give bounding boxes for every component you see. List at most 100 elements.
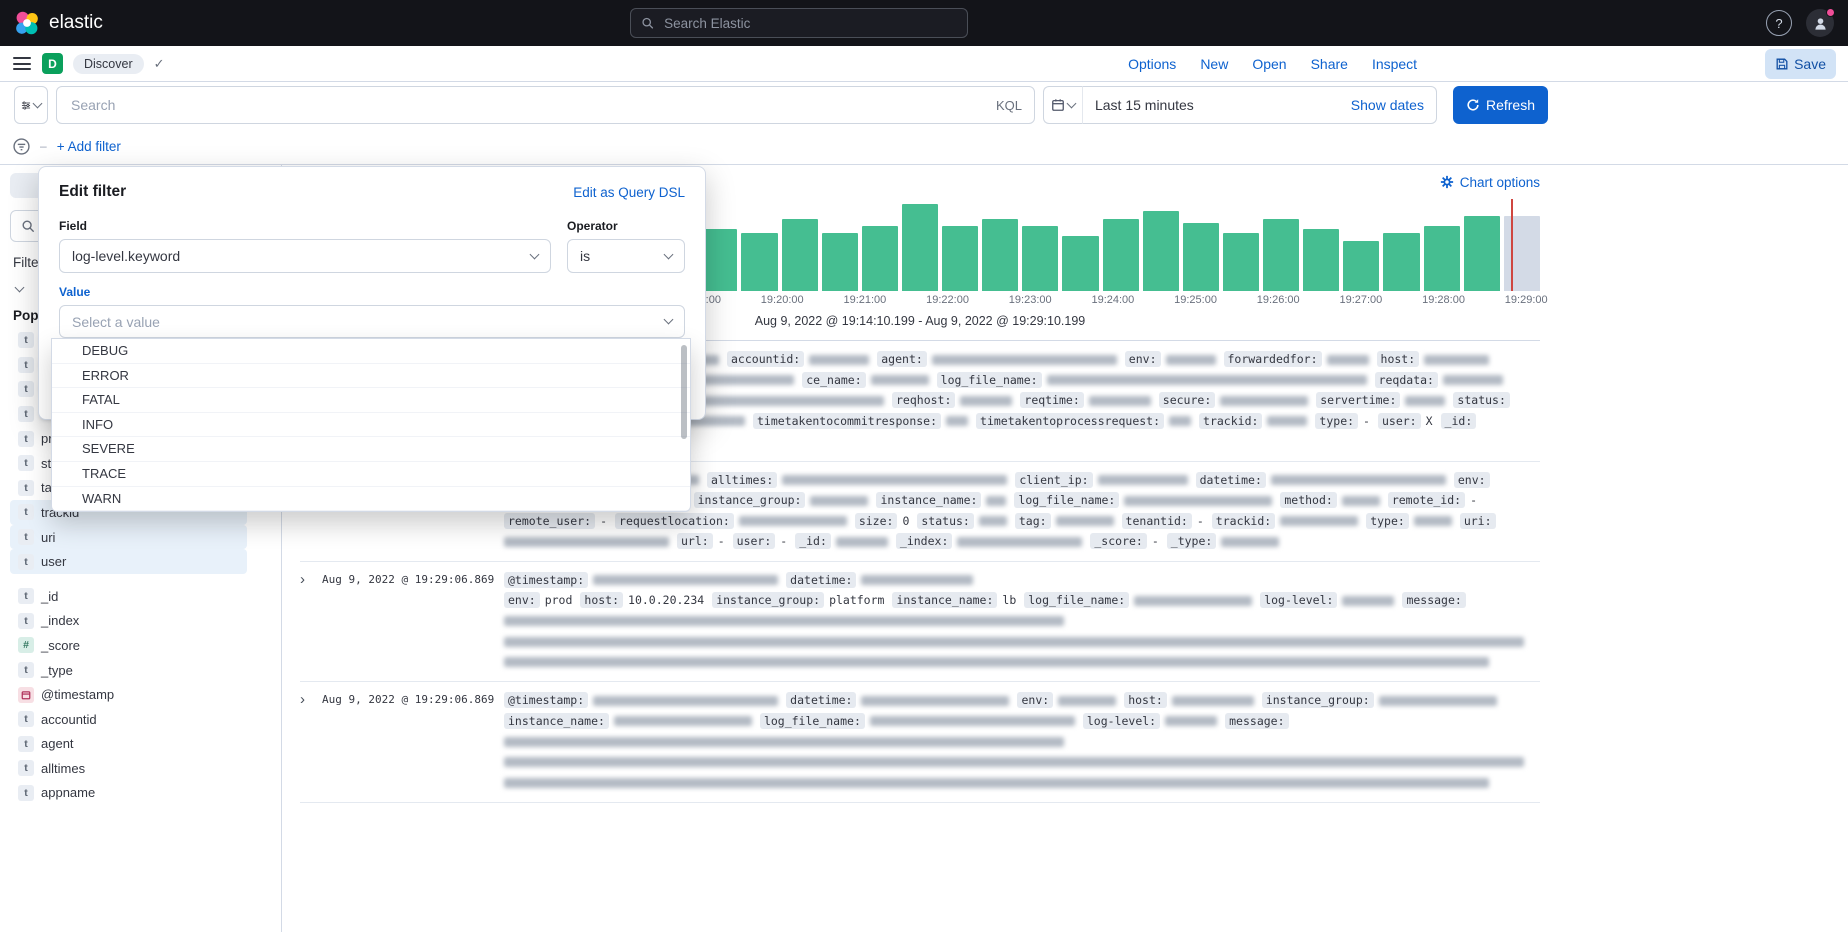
redacted-value <box>1169 416 1191 426</box>
show-dates-link[interactable]: Show dates <box>1351 97 1424 113</box>
sidebar-field-type[interactable]: t_type <box>10 658 247 683</box>
histogram-bar[interactable] <box>1263 219 1299 291</box>
sidebar-field-accountid[interactable]: taccountid <box>10 707 247 732</box>
time-range-control[interactable]: Last 15 minutes Show dates <box>1083 86 1437 124</box>
time-range-value[interactable]: Last 15 minutes <box>1095 97 1194 113</box>
value-combobox[interactable]: Select a value <box>59 305 685 338</box>
value-option-info[interactable]: INFO <box>52 413 690 438</box>
histogram-bar[interactable] <box>782 219 818 291</box>
histogram-bar[interactable] <box>982 219 1018 291</box>
field-name-badge: user: <box>733 533 776 549</box>
menu-icon[interactable] <box>12 52 32 75</box>
sidebar-field-id[interactable]: t_id <box>10 584 247 609</box>
expand-cell: › <box>300 690 322 793</box>
field-name-badge: message: <box>1225 713 1288 729</box>
sidebar-field-user[interactable]: tuser <box>10 549 247 574</box>
calendar-button[interactable] <box>1043 86 1083 124</box>
operator-select[interactable]: is <box>567 239 685 273</box>
text-field-icon: t <box>18 662 34 678</box>
field-label: alltimes <box>41 761 85 776</box>
add-filter-link[interactable]: + Add filter <box>57 139 121 154</box>
histogram-bar[interactable] <box>1223 233 1259 291</box>
text-field-icon: t <box>18 406 34 422</box>
chevron-down-icon <box>664 315 674 325</box>
field-name-badge: timetakentocommitresponse: <box>753 413 941 429</box>
redacted-value <box>1280 516 1358 526</box>
histogram-bar[interactable] <box>1183 223 1219 291</box>
redacted-value <box>1056 516 1114 526</box>
nav-link-inspect[interactable]: Inspect <box>1372 56 1417 72</box>
nav-link-open[interactable]: Open <box>1252 56 1286 72</box>
calendar-icon <box>1051 98 1065 112</box>
sidebar-field-agent[interactable]: tagent <box>10 732 247 757</box>
histogram-partial-bucket[interactable] <box>1504 216 1540 291</box>
nav-link-share[interactable]: Share <box>1311 56 1348 72</box>
edit-as-query-dsl-link[interactable]: Edit as Query DSL <box>573 185 685 200</box>
operator-select-value: is <box>580 248 590 264</box>
refresh-button[interactable]: Refresh <box>1453 86 1548 124</box>
chart-options-link[interactable]: Chart options <box>1440 175 1540 190</box>
query-input-box[interactable]: KQL <box>56 86 1035 124</box>
histogram-bar[interactable] <box>1022 226 1058 291</box>
histogram-bar[interactable] <box>1383 233 1419 291</box>
value-option-error[interactable]: ERROR <box>52 364 690 389</box>
field-label: st <box>41 456 51 471</box>
text-field-icon: t <box>18 529 34 545</box>
space-avatar[interactable]: D <box>42 53 63 74</box>
value-option-debug[interactable]: DEBUG <box>52 339 690 364</box>
expand-row-button[interactable]: › <box>300 692 305 708</box>
nav-link-options[interactable]: Options <box>1128 56 1176 72</box>
histogram-bar[interactable] <box>822 233 858 291</box>
query-language-button[interactable]: KQL <box>996 98 1022 113</box>
histogram-bar[interactable] <box>942 226 978 291</box>
header-actions: ? <box>1766 9 1834 37</box>
sidebar-field-index[interactable]: t_index <box>10 609 247 634</box>
histogram-bar[interactable] <box>1424 226 1460 291</box>
field-name-badge: timetakentoprocessrequest: <box>976 413 1164 429</box>
histogram-bar[interactable] <box>1303 229 1339 291</box>
sidebar-field-uri[interactable]: turi <box>10 525 247 550</box>
field-select[interactable]: log-level.keyword <box>59 239 551 273</box>
text-field-icon: t <box>18 711 34 727</box>
histogram-bar[interactable] <box>1464 216 1500 291</box>
saved-query-menu-button[interactable] <box>14 86 48 124</box>
field-name-badge: log-level: <box>1083 713 1160 729</box>
field-name-badge: instance_group: <box>1262 692 1374 708</box>
field-name-badge: _score: <box>1090 533 1146 549</box>
redacted-value <box>946 416 968 426</box>
histogram-bar[interactable] <box>862 226 898 291</box>
query-input[interactable] <box>69 96 988 114</box>
global-search[interactable] <box>630 8 968 38</box>
histogram-bar[interactable] <box>902 204 938 291</box>
field-name-badge: uri: <box>1460 513 1496 529</box>
redacted-value <box>810 496 868 506</box>
row-document: @timestamp:datetime:env:host:instance_gr… <box>504 690 1540 793</box>
save-button[interactable]: Save <box>1765 49 1836 79</box>
value-option-trace[interactable]: TRACE <box>52 462 690 487</box>
histogram-bar[interactable] <box>1103 219 1139 291</box>
dropdown-scrollbar[interactable] <box>681 345 687 439</box>
breadcrumb[interactable]: Discover <box>73 54 144 74</box>
sidebar-field-appname[interactable]: tappname <box>10 781 247 806</box>
sidebar-field-alltimes[interactable]: talltimes <box>10 756 247 781</box>
value-option-fatal[interactable]: FATAL <box>52 388 690 413</box>
value-option-warn[interactable]: WARN <box>52 487 690 512</box>
histogram-bar[interactable] <box>741 233 777 291</box>
nav-link-new[interactable]: New <box>1200 56 1228 72</box>
user-avatar[interactable] <box>1806 9 1834 37</box>
sidebar-field-timestamp[interactable]: @timestamp <box>10 682 247 707</box>
value-option-severe[interactable]: SEVERE <box>52 437 690 462</box>
histogram-bar[interactable] <box>701 229 737 291</box>
histogram-bar[interactable] <box>1143 211 1179 291</box>
field-name-badge: datetime: <box>1196 472 1266 488</box>
popover-title: Edit filter <box>59 183 126 201</box>
global-search-input[interactable] <box>662 15 957 32</box>
expand-row-button[interactable]: › <box>300 572 305 588</box>
filter-sets-icon[interactable] <box>13 138 30 155</box>
sidebar-field-score[interactable]: #_score <box>10 633 247 658</box>
row-timestamp: Aug 9, 2022 @ 19:29:06.869 <box>322 690 504 793</box>
histogram-bar[interactable] <box>1343 241 1379 291</box>
redacted-value <box>1443 375 1503 385</box>
help-icon[interactable]: ? <box>1766 10 1792 36</box>
histogram-bar[interactable] <box>1062 236 1098 291</box>
